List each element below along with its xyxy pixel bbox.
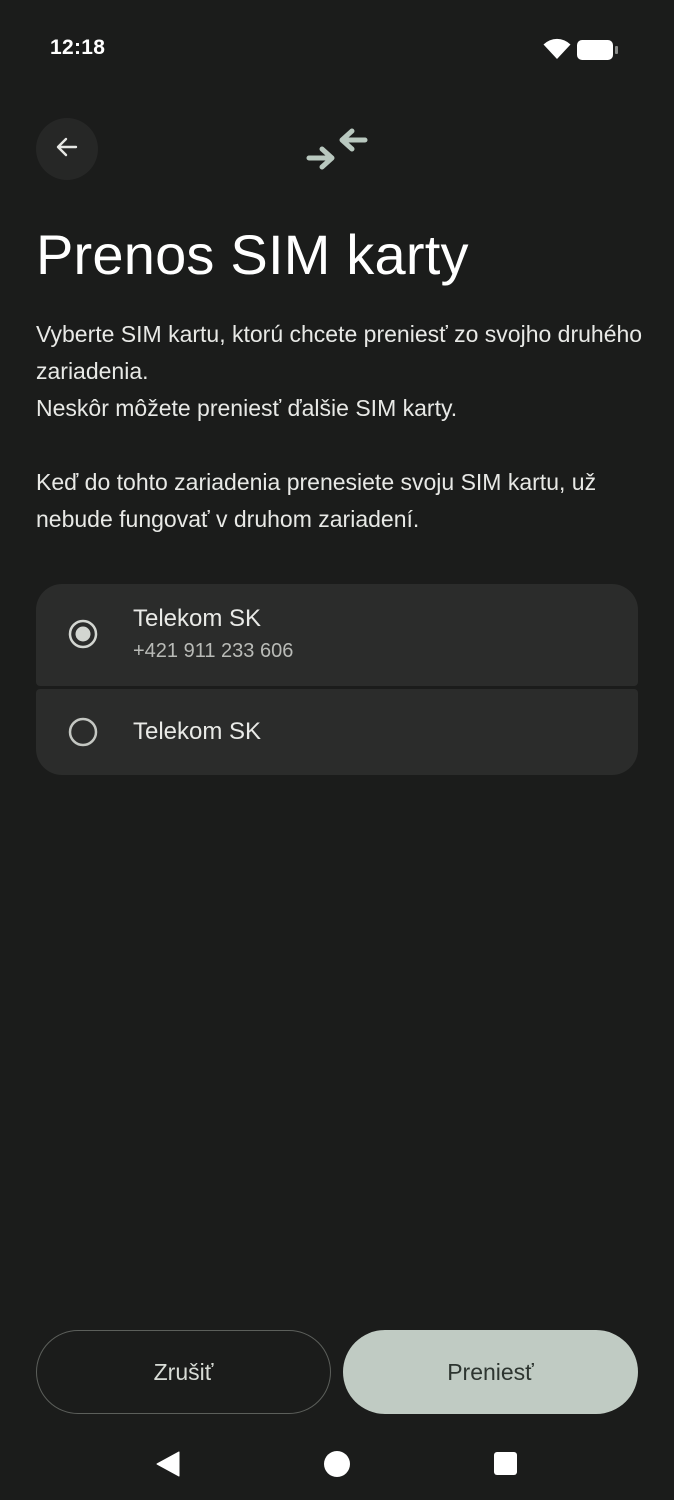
arrows-swap-icon: [303, 122, 371, 181]
back-button[interactable]: [36, 118, 98, 180]
nav-recents-icon[interactable]: [494, 1452, 517, 1475]
sim-number: +421 911 233 606: [133, 640, 294, 662]
sim-option-2[interactable]: Telekom SK: [36, 689, 638, 775]
description-line-2: Neskôr môžete preniesť ďalšie SIM karty.: [36, 395, 458, 421]
sim-name: Telekom SK: [133, 605, 262, 632]
sim-name: Telekom SK: [133, 718, 262, 745]
description-line-1: Vyberte SIM kartu, ktorú chcete preniesť…: [36, 321, 643, 384]
status-time: 12:18: [50, 36, 106, 59]
status-bar: 12:18: [0, 0, 674, 100]
description-warning: Keď do tohto zariadenia prenesiete svoju…: [36, 469, 597, 532]
wifi-icon: [543, 38, 571, 65]
nav-back-icon[interactable]: [155, 1451, 181, 1482]
sim-option-1[interactable]: Telekom SK +421 911 233 606: [36, 584, 638, 686]
description-text: Vyberte SIM kartu, ktorú chcete preniesť…: [36, 316, 646, 427]
radio-unselected-icon[interactable]: [68, 717, 98, 747]
nav-home-icon[interactable]: [324, 1451, 350, 1477]
transfer-button[interactable]: Preniesť: [343, 1330, 638, 1414]
page-title: Prenos SIM karty: [36, 223, 469, 286]
battery-icon: [577, 39, 619, 66]
radio-selected-icon[interactable]: [68, 619, 98, 649]
arrow-left-icon: [54, 134, 80, 165]
navigation-bar: [0, 1430, 674, 1500]
sim-list: Telekom SK +421 911 233 606 Telekom SK: [36, 584, 638, 775]
cancel-button[interactable]: Zrušiť: [36, 1330, 331, 1414]
